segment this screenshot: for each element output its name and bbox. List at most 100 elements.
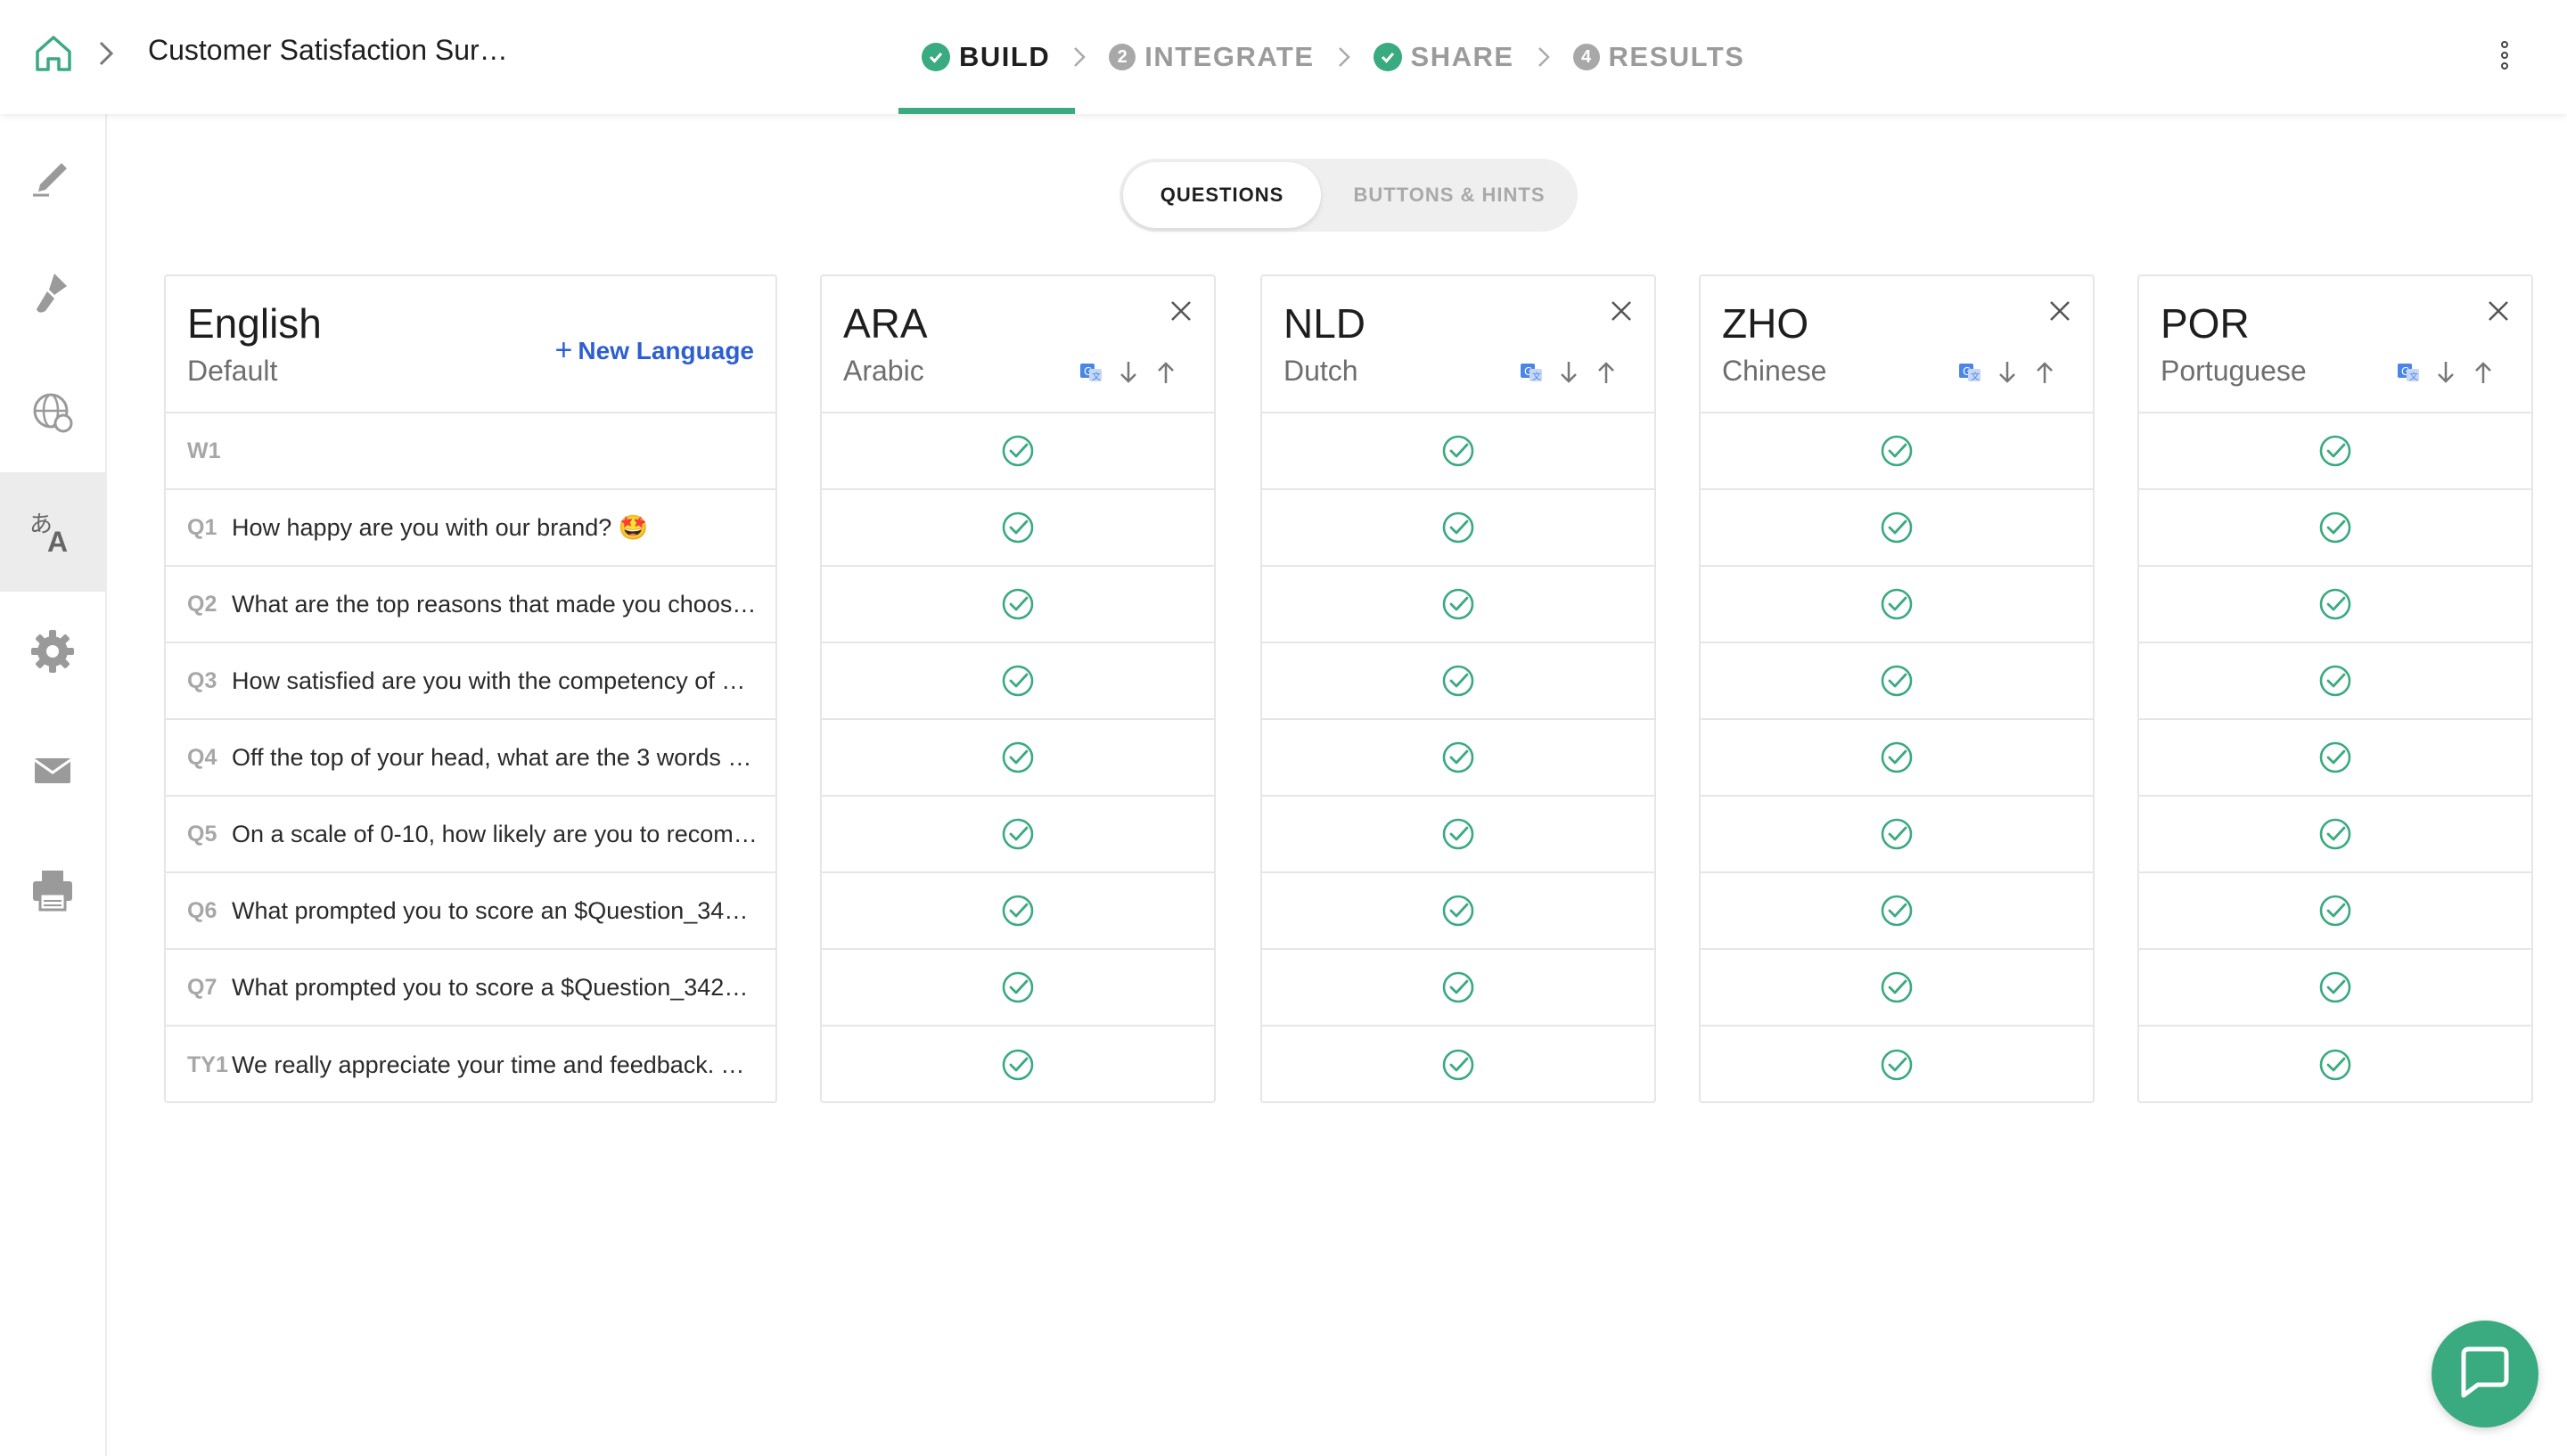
step-share[interactable]: SHARE: [1361, 0, 1527, 114]
language-code: ARA: [843, 300, 928, 347]
sidebar-item-settings[interactable]: [0, 592, 105, 711]
translation-cell[interactable]: [1262, 413, 1654, 490]
step-integrate-label: INTEGRATE: [1144, 41, 1315, 72]
question-row[interactable]: Q3 How satisfied are you with the compete…: [166, 643, 775, 720]
upload-arrow-icon[interactable]: [2471, 358, 2496, 387]
question-text: What are the top reasons that made you c…: [232, 590, 758, 618]
translation-cell[interactable]: [2139, 1027, 2531, 1103]
translation-cell[interactable]: [1262, 720, 1654, 797]
question-row[interactable]: Q6 What prompted you to score an $Questio…: [166, 873, 775, 950]
check-circle-icon: [1442, 818, 1474, 850]
translation-cell[interactable]: [822, 643, 1214, 720]
translation-cell[interactable]: [2139, 413, 2531, 490]
translation-cell[interactable]: [2139, 873, 2531, 950]
close-icon[interactable]: [1608, 298, 1635, 324]
tab-questions[interactable]: QUESTIONS: [1123, 162, 1321, 228]
upload-arrow-icon[interactable]: [2032, 358, 2057, 387]
check-circle-icon: [1002, 741, 1034, 773]
close-icon[interactable]: [2046, 298, 2073, 324]
translation-cell[interactable]: [1701, 950, 2093, 1027]
translation-cell[interactable]: [1701, 413, 2093, 490]
translation-cell[interactable]: [2139, 567, 2531, 643]
translation-cell[interactable]: [1262, 1027, 1654, 1103]
check-circle-icon: [1442, 511, 1474, 544]
step-integrate[interactable]: 2 INTEGRATE: [1096, 0, 1326, 114]
sidebar-item-languages[interactable]: [0, 353, 105, 472]
translation-cell[interactable]: [1701, 873, 2093, 950]
question-row[interactable]: Q4 Off the top of your head, what are the…: [166, 720, 775, 797]
translation-cell[interactable]: [1262, 490, 1654, 567]
translation-cell[interactable]: [822, 1027, 1214, 1103]
translation-cell[interactable]: [1262, 950, 1654, 1027]
question-row[interactable]: Q2 What are the top reasons that made you…: [166, 567, 775, 643]
translation-cell[interactable]: [822, 950, 1214, 1027]
check-circle-icon: [2319, 511, 2351, 544]
translation-cell[interactable]: [1262, 643, 1654, 720]
download-arrow-icon[interactable]: [1995, 358, 2020, 387]
close-icon[interactable]: [2485, 298, 2512, 324]
translation-cell[interactable]: [822, 490, 1214, 567]
translation-cell[interactable]: [1701, 643, 2093, 720]
translation-cell[interactable]: [1701, 567, 2093, 643]
home-icon[interactable]: [32, 32, 75, 75]
translation-cell[interactable]: [2139, 950, 2531, 1027]
column-header: ARA Arabic G 文: [822, 276, 1214, 413]
translation-cell[interactable]: [2139, 490, 2531, 567]
language-title: English: [187, 300, 322, 347]
question-row[interactable]: Q7 What prompted you to score a $Question…: [166, 950, 775, 1027]
new-language-button[interactable]: + New Language: [555, 333, 754, 368]
question-code: TY1: [187, 1051, 228, 1077]
upload-arrow-icon[interactable]: [1594, 358, 1619, 387]
sidebar-item-translations[interactable]: あ A: [0, 472, 105, 592]
download-arrow-icon[interactable]: [1116, 358, 1141, 387]
translation-cell[interactable]: [822, 720, 1214, 797]
translation-cell[interactable]: [822, 797, 1214, 873]
sidebar-item-design[interactable]: [0, 233, 105, 353]
question-code: Q1: [187, 514, 217, 540]
check-circle-icon: [1002, 588, 1034, 620]
check-circle-icon: [1881, 971, 1913, 1003]
auto-translate-icon[interactable]: G文: [1519, 358, 1544, 387]
auto-translate-icon[interactable]: G文: [2396, 358, 2421, 387]
translation-cell[interactable]: [1701, 797, 2093, 873]
translation-cell[interactable]: [2139, 797, 2531, 873]
translation-cell[interactable]: [822, 413, 1214, 490]
language-name: Arabic: [843, 355, 924, 387]
step-build[interactable]: BUILD: [898, 0, 1076, 114]
translation-cell[interactable]: [1262, 567, 1654, 643]
translation-cell[interactable]: [2139, 720, 2531, 797]
translation-cell[interactable]: [822, 873, 1214, 950]
download-arrow-icon[interactable]: [2433, 358, 2458, 387]
step-results-label: RESULTS: [1608, 41, 1745, 72]
chat-button[interactable]: [2432, 1321, 2538, 1427]
sidebar-item-edit[interactable]: [0, 114, 105, 233]
column-tools: G文: [1078, 358, 1178, 387]
question-row[interactable]: W1: [166, 413, 775, 490]
language-name: Portuguese: [2161, 355, 2307, 387]
check-circle-icon: [1881, 1049, 1913, 1081]
translate-icon: あ A: [29, 511, 68, 557]
question-row[interactable]: Q5 On a scale of 0-10, how likely are you…: [166, 797, 775, 873]
tab-buttons-hints[interactable]: BUTTONS & HINTS: [1325, 162, 1574, 228]
translation-cell[interactable]: [822, 567, 1214, 643]
translation-cell[interactable]: [1701, 1027, 2093, 1103]
translation-cell[interactable]: [1262, 797, 1654, 873]
auto-translate-icon[interactable]: G文: [1078, 358, 1103, 387]
question-text: How happy are you with our brand? 🤩: [232, 514, 649, 541]
download-arrow-icon[interactable]: [1556, 358, 1581, 387]
translation-cell[interactable]: [1701, 720, 2093, 797]
step-results[interactable]: 4 RESULTS: [1561, 0, 1758, 114]
translation-cell[interactable]: [1701, 490, 2093, 567]
question-row[interactable]: TY1 We really appreciate your time and fe…: [166, 1027, 775, 1103]
survey-title[interactable]: Customer Satisfaction Sur…: [148, 34, 508, 67]
translation-cell[interactable]: [2139, 643, 2531, 720]
close-icon[interactable]: [1168, 298, 1194, 324]
question-row[interactable]: Q1 How happy are you with our brand? 🤩: [166, 490, 775, 567]
upload-arrow-icon[interactable]: [1153, 358, 1178, 387]
translation-cell[interactable]: [1262, 873, 1654, 950]
language-code: POR: [2161, 300, 2250, 347]
sidebar-item-email[interactable]: [0, 711, 105, 830]
more-options-icon[interactable]: [2496, 37, 2514, 73]
sidebar-item-print[interactable]: [0, 830, 105, 950]
auto-translate-icon[interactable]: G文: [1957, 358, 1982, 387]
